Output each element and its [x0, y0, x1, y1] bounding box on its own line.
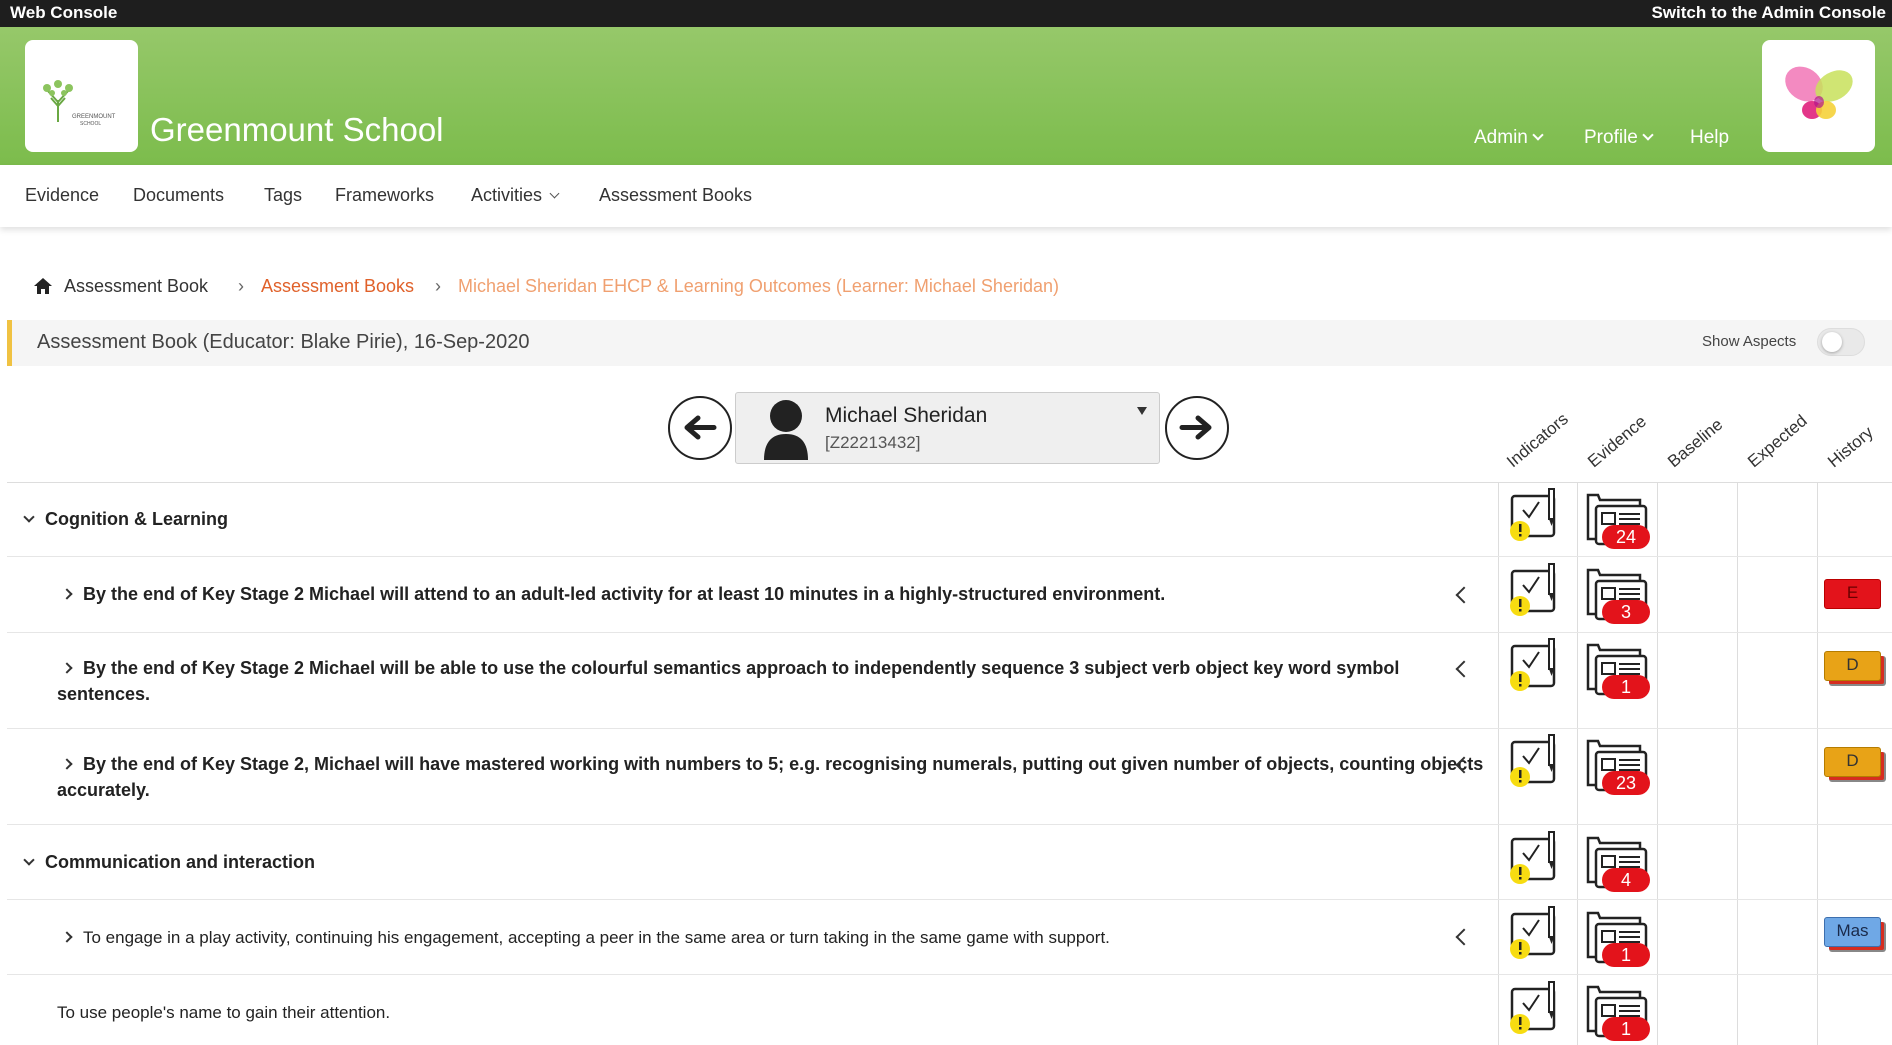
breadcrumb-assessment-books[interactable]: Assessment Books [261, 276, 414, 297]
school-logo[interactable]: GREENMOUNT SCHOOL [25, 40, 138, 152]
column-header-indicators: Indicators [1503, 409, 1572, 472]
history-badge[interactable]: D [1824, 651, 1881, 681]
evidence-cell[interactable]: 1 [1584, 909, 1652, 971]
butterfly-icon [1785, 66, 1853, 119]
svg-text:GREENMOUNT: GREENMOUNT [72, 114, 116, 120]
arrow-right-icon [1179, 415, 1212, 440]
column-header-history: History [1824, 422, 1877, 472]
indicator-checklist-icon[interactable] [1508, 638, 1564, 694]
arrow-left-icon [684, 415, 717, 440]
chevron-down-icon [1532, 129, 1544, 141]
top-bar: Web Console Switch to the Admin Console [0, 0, 1892, 27]
indicator-checklist-icon[interactable] [1508, 831, 1564, 887]
next-learner-button[interactable] [1165, 396, 1229, 460]
menu-activities-label: Activities [471, 185, 543, 205]
outcome-text-continued: sentences. [57, 684, 151, 704]
evidence-cell[interactable]: 24 [1584, 491, 1652, 553]
indicator-checklist-icon[interactable] [1508, 906, 1564, 962]
header: GREENMOUNT SCHOOL Greenmount School Admi… [0, 27, 1892, 165]
profile-menu-label: Profile [1584, 127, 1638, 148]
outcome-text[interactable]: By the end of Key Stage 2 Michael will a… [61, 581, 1165, 608]
chevron-left-icon[interactable] [1455, 928, 1473, 946]
show-aspects-label: Show Aspects [1702, 333, 1797, 350]
profile-menu[interactable]: Profile [1584, 127, 1654, 149]
chevron-right-icon: › [435, 276, 441, 296]
chevron-down-icon[interactable] [23, 854, 35, 866]
menu-evidence[interactable]: Evidence [25, 185, 99, 206]
menu-tags[interactable]: Tags [264, 185, 302, 206]
evidence-count-badge: 24 [1602, 525, 1650, 549]
outcome-text[interactable]: By the end of Key Stage 2 Michael will b… [61, 655, 1399, 682]
menu-assessment-books[interactable]: Assessment Books [599, 185, 752, 206]
history-badge[interactable]: D [1824, 747, 1881, 777]
evidence-count-badge: 1 [1602, 675, 1650, 699]
chevron-down-icon [549, 188, 560, 199]
evidence-count-badge: 23 [1602, 771, 1650, 795]
svg-text:SCHOOL: SCHOOL [80, 121, 101, 127]
chevron-down-icon [1642, 129, 1654, 141]
menu-documents[interactable]: Documents [133, 185, 224, 206]
evidence-cell[interactable]: 3 [1584, 566, 1652, 628]
evidence-count-badge: 3 [1602, 600, 1650, 624]
chevron-down-icon[interactable] [23, 511, 35, 523]
home-icon[interactable] [33, 276, 53, 296]
switch-admin-console-link[interactable]: Switch to the Admin Console [1651, 3, 1886, 23]
chevron-right-icon: › [238, 276, 244, 296]
outcome-text[interactable]: To engage in a play activity, continuing… [61, 924, 1110, 951]
evidence-cell[interactable]: 23 [1584, 737, 1652, 799]
breadcrumb-current-book[interactable]: Michael Sheridan EHCP & Learning Outcome… [458, 276, 1059, 297]
evidence-count-badge: 1 [1602, 1017, 1650, 1041]
brand-logo[interactable] [1762, 40, 1875, 152]
evidence-cell[interactable]: 1 [1584, 983, 1652, 1045]
evidence-count-badge: 4 [1602, 868, 1650, 892]
previous-learner-button[interactable] [668, 396, 732, 460]
indicator-checklist-icon[interactable] [1508, 563, 1564, 619]
learner-id: [Z22213432] [825, 433, 921, 452]
learner-select[interactable]: Michael Sheridan [Z22213432] [735, 392, 1160, 464]
chevron-right-icon[interactable] [61, 662, 73, 674]
chevron-right-icon[interactable] [61, 588, 73, 600]
toggle-knob [1822, 332, 1842, 352]
school-name: Greenmount School [150, 111, 444, 148]
column-header-evidence: Evidence [1584, 411, 1650, 472]
column-header-baseline: Baseline [1664, 414, 1727, 472]
outcome-text[interactable]: To use people's name to gain their atten… [57, 999, 390, 1026]
indicator-checklist-icon[interactable] [1508, 981, 1564, 1037]
assessment-title: Assessment Book (Educator: Blake Pirie),… [37, 331, 530, 353]
indicator-checklist-icon[interactable] [1508, 488, 1564, 544]
evidence-cell[interactable]: 1 [1584, 641, 1652, 703]
menu-activities[interactable]: Activities [471, 185, 560, 206]
chevron-right-icon[interactable] [63, 758, 73, 770]
admin-menu-label: Admin [1474, 127, 1528, 148]
chevron-left-icon[interactable] [1455, 586, 1473, 604]
user-icon [764, 400, 808, 460]
evidence-cell[interactable]: 4 [1584, 834, 1652, 896]
evidence-count-badge: 1 [1602, 943, 1650, 967]
history-badge[interactable]: E [1824, 579, 1881, 609]
learner-name: Michael Sheridan [825, 404, 988, 427]
admin-menu[interactable]: Admin [1474, 127, 1544, 149]
assessment-title-bar: Assessment Book (Educator: Blake Pirie),… [7, 320, 1892, 366]
menu-frameworks[interactable]: Frameworks [335, 185, 434, 206]
history-badge[interactable]: Mas [1824, 917, 1881, 947]
caret-down-icon [1137, 407, 1147, 415]
chevron-left-icon[interactable] [1455, 660, 1473, 678]
tree-icon: GREENMOUNT SCHOOL [43, 80, 116, 127]
breadcrumb-assessment-book: Assessment Book [64, 276, 209, 296]
indicator-checklist-icon[interactable] [1508, 734, 1564, 790]
chevron-right-icon[interactable] [61, 931, 73, 943]
help-link[interactable]: Help [1690, 127, 1729, 149]
show-aspects-toggle[interactable] [1817, 328, 1865, 356]
main-menu: Evidence Documents Tags Frameworks Activ… [0, 165, 1892, 227]
outcome-text[interactable]: By the end of Key Stage 2, Michael will … [63, 751, 1503, 778]
app-name: Web Console [10, 3, 118, 22]
group-title[interactable]: Cognition & Learning [23, 506, 228, 533]
column-header-expected: Expected [1744, 411, 1811, 472]
outcome-text-continued: accurately. [57, 780, 150, 800]
group-title[interactable]: Communication and interaction [23, 849, 315, 876]
